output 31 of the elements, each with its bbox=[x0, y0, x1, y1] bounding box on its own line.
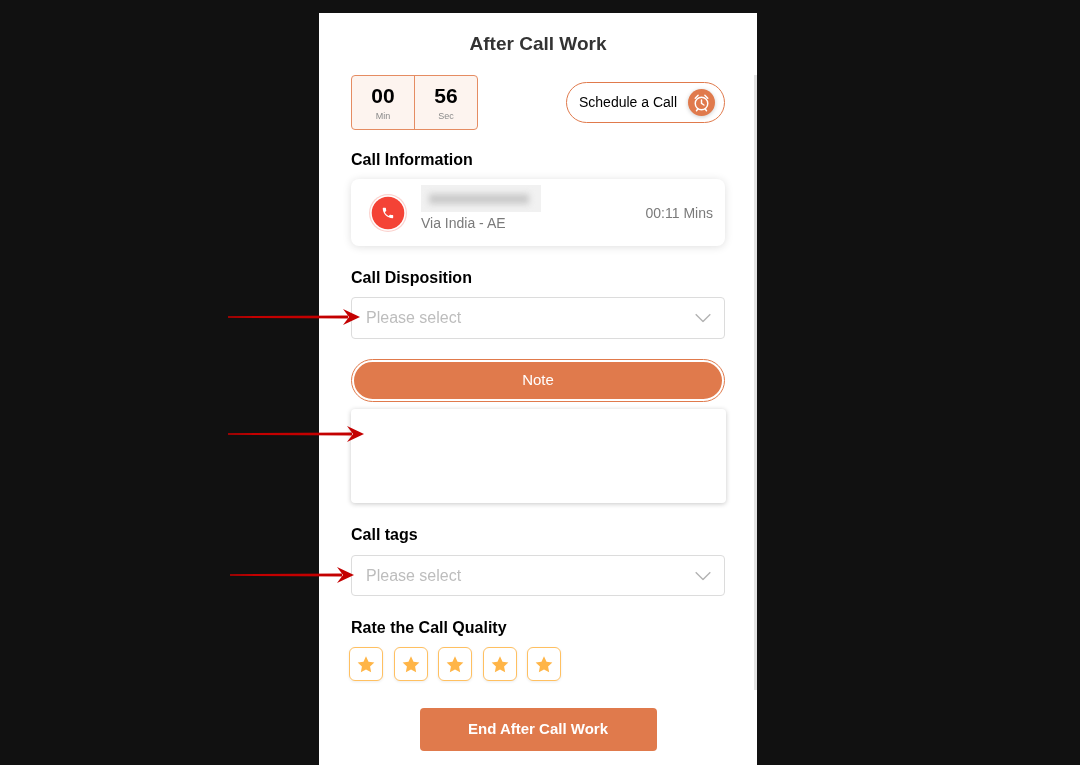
section-heading: Call Disposition bbox=[351, 268, 473, 288]
alarm-clock-icon bbox=[688, 89, 715, 116]
star-icon bbox=[446, 655, 464, 673]
note-button[interactable]: Note bbox=[351, 359, 725, 402]
timer-value: 56 bbox=[434, 83, 458, 108]
timer-unit: Sec bbox=[438, 110, 454, 122]
rating-star-button[interactable] bbox=[527, 647, 561, 681]
star-icon bbox=[490, 655, 509, 673]
schedule-call-button[interactable]: Schedule a Call bbox=[566, 82, 725, 123]
timer-value: 00 bbox=[371, 83, 395, 108]
section-heading: Call tags bbox=[351, 525, 419, 545]
star-icon bbox=[535, 655, 553, 673]
rating-star-button[interactable] bbox=[349, 647, 383, 681]
star-icon bbox=[401, 655, 420, 673]
chevron-down-icon bbox=[695, 313, 711, 323]
call-disposition-dropdown[interactable]: Please select bbox=[351, 297, 725, 339]
call-duration: 00:11 Mins bbox=[645, 203, 713, 223]
section-heading: Call Information bbox=[351, 150, 474, 170]
panel-title: After Call Work bbox=[468, 32, 608, 56]
call-tags-dropdown[interactable]: Please select bbox=[351, 555, 725, 596]
timer-unit: Min bbox=[375, 110, 391, 122]
section-heading: Rate the Call Quality bbox=[351, 618, 508, 638]
rating-star-button[interactable] bbox=[438, 647, 472, 681]
star-icon bbox=[357, 655, 375, 673]
end-after-call-work-button[interactable]: End After Call Work bbox=[419, 708, 657, 751]
phone-icon bbox=[369, 193, 407, 232]
rating-star-button[interactable] bbox=[393, 647, 428, 681]
call-detail-text: Via India - AE bbox=[421, 214, 506, 233]
rating-star-button[interactable] bbox=[482, 647, 517, 681]
chevron-down-icon bbox=[695, 571, 711, 580]
note-textarea[interactable] bbox=[351, 409, 726, 503]
